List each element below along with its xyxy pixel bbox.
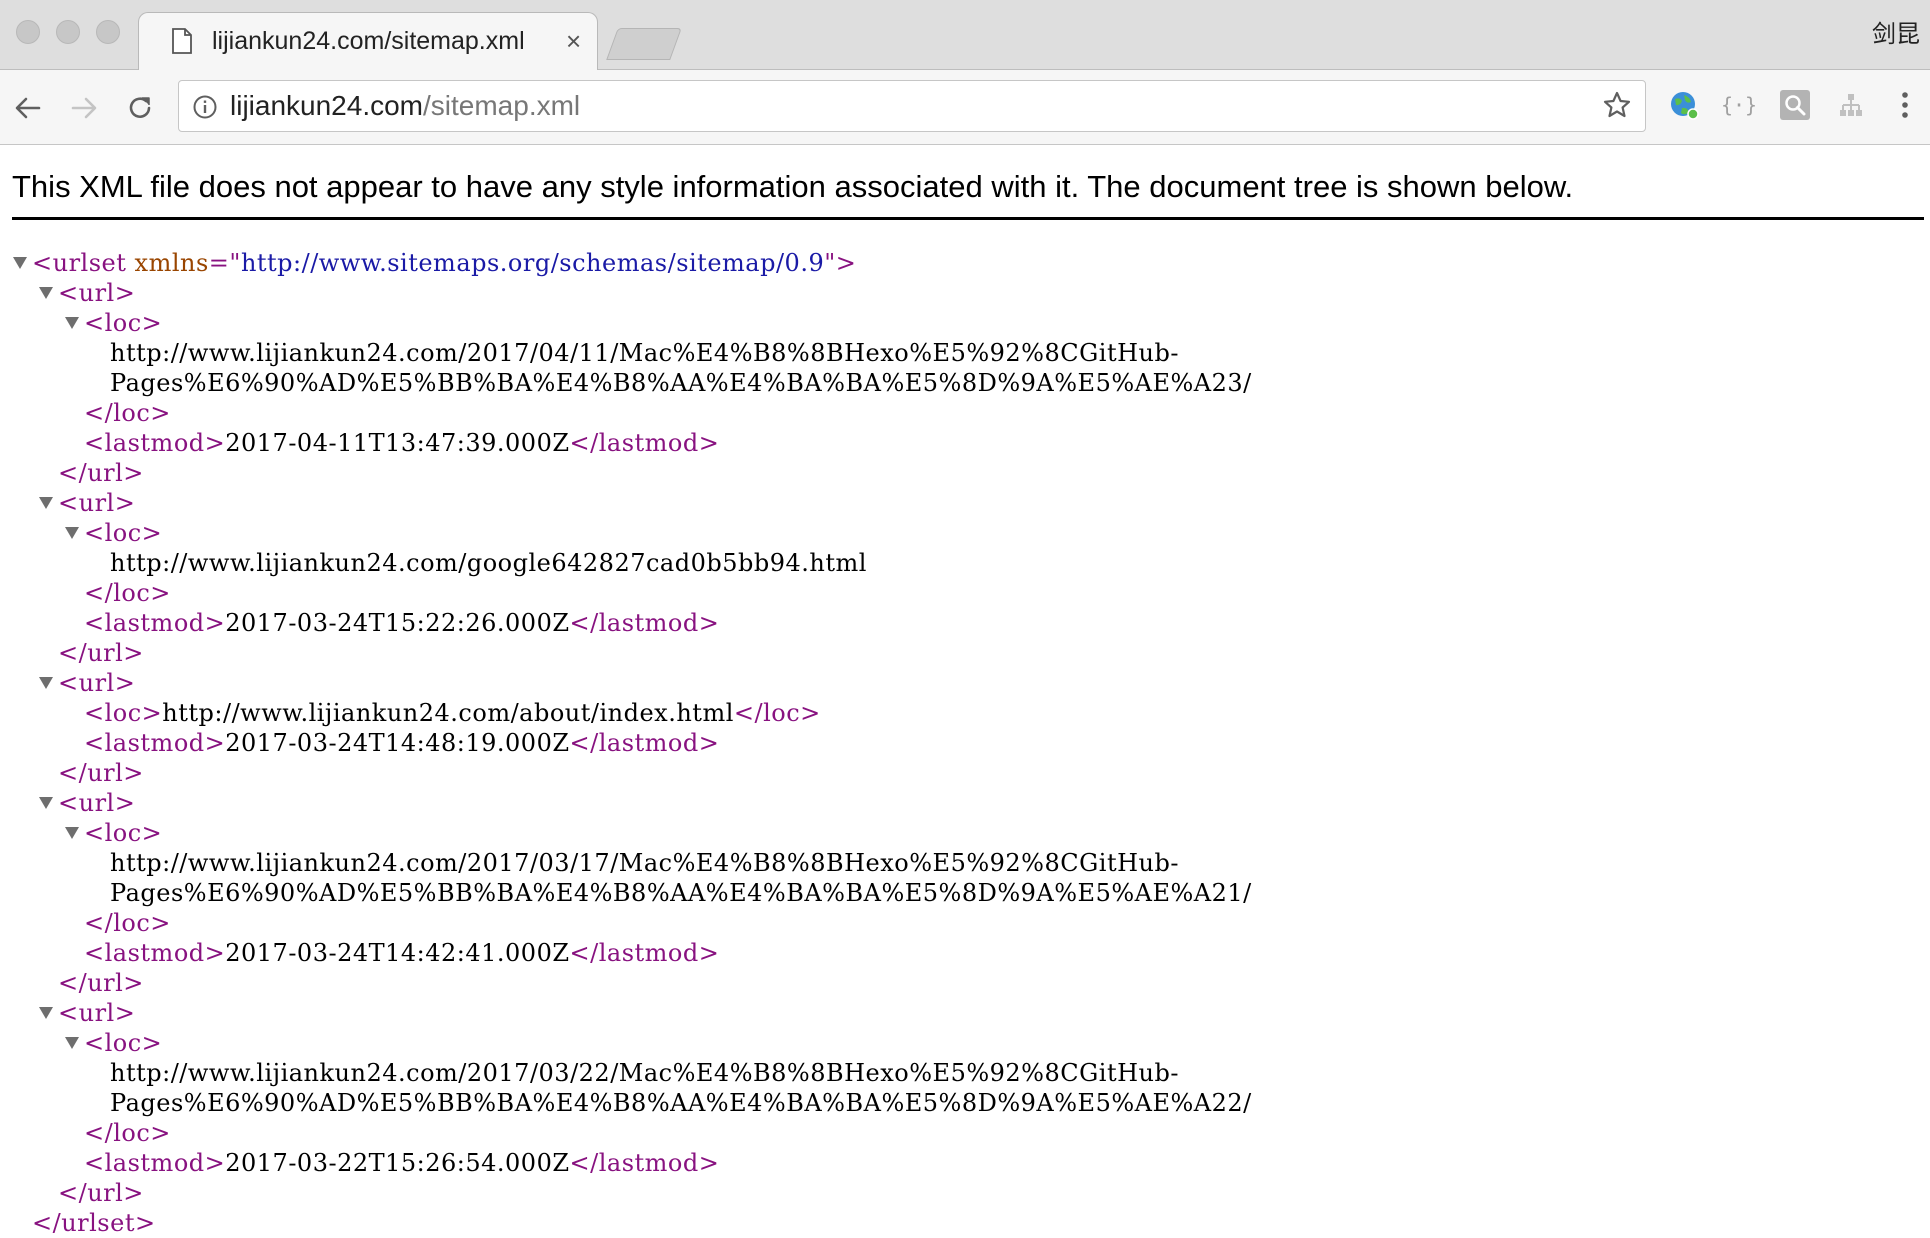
lastmod-close-tag: </lastmod> [569, 939, 720, 967]
xmlns-attribute: xmlns [134, 249, 209, 277]
globe-icon [1671, 92, 1699, 120]
url-host: lijiankun24.com [230, 90, 423, 121]
url-open-tag: <url> [58, 279, 136, 307]
lastmod-line: <lastmod>2017-03-22T15:26:54.000Z</lastm… [84, 1148, 719, 1178]
attr-close: "> [824, 249, 857, 277]
collapse-triangle-icon[interactable] [65, 1037, 79, 1049]
url-close-tag: </url> [58, 639, 144, 667]
collapse-triangle-icon[interactable] [39, 497, 53, 509]
forward-button[interactable] [64, 88, 104, 128]
lastmod-value: 2017-04-11T13:47:39.000Z [225, 429, 570, 457]
url-close-tag: </url> [58, 459, 144, 487]
loc-text: http://www.lijiankun24.com/2017/04/11/Ma… [110, 339, 1179, 367]
loc-text: http://www.lijiankun24.com/about/index.h… [162, 699, 734, 727]
kebab-menu-icon [1902, 92, 1908, 118]
lastmod-open-tag: <lastmod> [84, 1149, 226, 1177]
loc-text: Pages%E6%90%AD%E5%BB%BA%E4%B8%AA%E4%BA%B… [110, 879, 1252, 907]
lastmod-value: 2017-03-24T15:22:26.000Z [225, 609, 570, 637]
lastmod-open-tag: <lastmod> [84, 429, 226, 457]
loc-text: Pages%E6%90%AD%E5%BB%BA%E4%B8%AA%E4%BA%B… [110, 1089, 1252, 1117]
svg-text:{·}: {·} [1723, 93, 1755, 117]
loc-open-tag: <loc> [84, 1029, 163, 1057]
collapse-triangle-icon[interactable] [13, 257, 27, 269]
extension-globe-button[interactable] [1667, 88, 1701, 122]
window-zoom-button[interactable] [96, 20, 120, 44]
loc-text: Pages%E6%90%AD%E5%BB%BA%E4%B8%AA%E4%BA%B… [110, 369, 1252, 397]
profile-name[interactable]: 剑昆 [1872, 18, 1920, 52]
lastmod-open-tag: <lastmod> [84, 729, 226, 757]
extension-search-button[interactable] [1778, 88, 1812, 122]
arrow-left-icon [15, 97, 41, 119]
collapse-triangle-icon[interactable] [39, 287, 53, 299]
info-icon[interactable] [192, 94, 218, 120]
loc-open-tag: <loc> [84, 309, 163, 337]
window-close-button[interactable] [16, 20, 40, 44]
loc-open-tag: <loc> [84, 819, 163, 847]
collapse-triangle-icon[interactable] [39, 677, 53, 689]
lastmod-value: 2017-03-24T14:48:19.000Z [225, 729, 570, 757]
xmlns-value: http://www.sitemaps.org/schemas/sitemap/… [240, 249, 825, 277]
loc-line: <loc>http://www.lijiankun24.com/about/in… [84, 698, 821, 728]
lastmod-line: <lastmod>2017-03-24T15:22:26.000Z</lastm… [84, 608, 719, 638]
url-text[interactable]: lijiankun24.com/sitemap.xml [230, 87, 580, 125]
divider [12, 217, 1924, 220]
lastmod-open-tag: <lastmod> [84, 939, 226, 967]
reload-button[interactable] [120, 88, 160, 128]
lastmod-value: 2017-03-22T15:26:54.000Z [225, 1149, 570, 1177]
arrow-right-icon [71, 97, 97, 119]
reload-icon [129, 97, 151, 118]
lastmod-open-tag: <lastmod> [84, 609, 226, 637]
urlset-open-line: <urlset xmlns="http://www.sitemaps.org/s… [32, 248, 856, 278]
new-tab-button[interactable] [606, 28, 682, 60]
star-icon[interactable] [1602, 90, 1632, 120]
loc-open-tag: <loc> [84, 519, 163, 547]
lastmod-line: <lastmod>2017-04-11T13:47:39.000Z</lastm… [84, 428, 719, 458]
url-open-tag: <url> [58, 999, 136, 1027]
sitemap-icon [1840, 94, 1862, 116]
collapse-triangle-icon[interactable] [65, 317, 79, 329]
lastmod-close-tag: </lastmod> [569, 429, 720, 457]
extension-json-button[interactable]: {·} [1722, 88, 1756, 122]
url-close-tag: </url> [58, 759, 144, 787]
document-icon [172, 28, 192, 54]
url-path: /sitemap.xml [423, 90, 581, 121]
url-close-tag: </url> [58, 1179, 144, 1207]
tab-title: lijiankun24.com/sitemap.xml [212, 27, 525, 55]
urlset-open-tag: <urlset [32, 249, 127, 277]
lastmod-value: 2017-03-24T14:42:41.000Z [225, 939, 570, 967]
curly-braces-icon: {·} [1723, 93, 1755, 117]
window-minimize-button[interactable] [56, 20, 80, 44]
loc-close-tag: </loc> [84, 399, 171, 427]
loc-text: http://www.lijiankun24.com/2017/03/22/Ma… [110, 1059, 1179, 1087]
lastmod-line: <lastmod>2017-03-24T14:42:41.000Z</lastm… [84, 938, 719, 968]
lastmod-line: <lastmod>2017-03-24T14:48:19.000Z</lastm… [84, 728, 719, 758]
xml-style-notice: This XML file does not appear to have an… [12, 169, 1574, 204]
lastmod-close-tag: </lastmod> [569, 609, 720, 637]
urlset-close-tag: </urlset> [32, 1209, 156, 1237]
loc-close-tag: </loc> [733, 699, 821, 727]
collapse-triangle-icon[interactable] [39, 797, 53, 809]
url-open-tag: <url> [58, 789, 136, 817]
loc-close-tag: </loc> [84, 1119, 171, 1147]
lastmod-close-tag: </lastmod> [569, 1149, 720, 1177]
collapse-triangle-icon[interactable] [39, 1007, 53, 1019]
collapse-triangle-icon[interactable] [65, 527, 79, 539]
url-open-tag: <url> [58, 669, 136, 697]
tab-close-icon[interactable]: × [566, 26, 581, 56]
attr-eq: =" [208, 249, 241, 277]
url-open-tag: <url> [58, 489, 136, 517]
browser-menu-button[interactable] [1890, 88, 1920, 122]
loc-close-tag: </loc> [84, 579, 171, 607]
back-button[interactable] [8, 88, 48, 128]
lastmod-close-tag: </lastmod> [569, 729, 720, 757]
loc-text: http://www.lijiankun24.com/google642827c… [110, 549, 867, 577]
url-close-tag: </url> [58, 969, 144, 997]
loc-text: http://www.lijiankun24.com/2017/03/17/Ma… [110, 849, 1179, 877]
collapse-triangle-icon[interactable] [65, 827, 79, 839]
loc-open-tag: <loc> [84, 699, 163, 727]
loc-close-tag: </loc> [84, 909, 171, 937]
search-box-icon [1780, 90, 1810, 120]
extension-sitemap-button[interactable] [1834, 88, 1868, 122]
